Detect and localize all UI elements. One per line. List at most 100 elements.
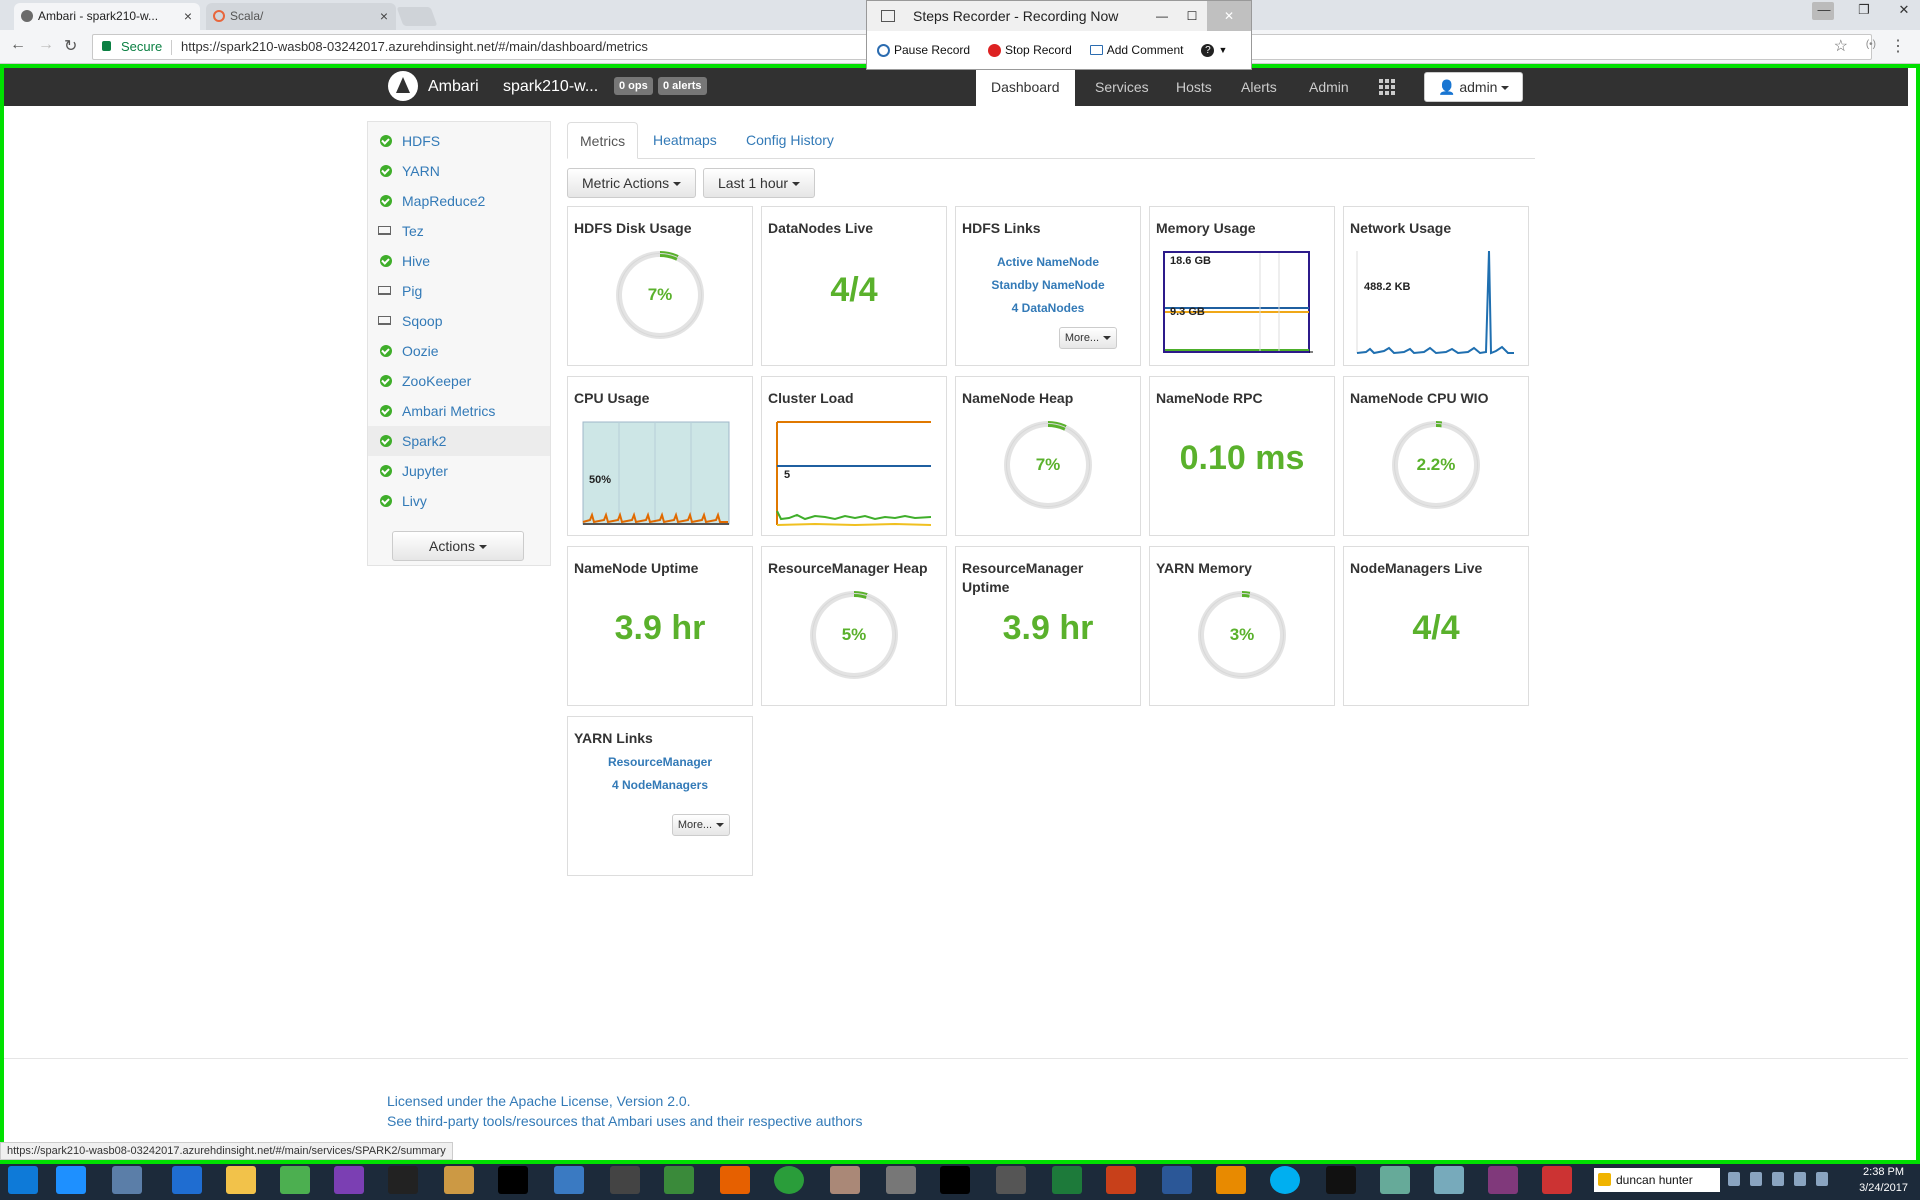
browser-tab-ambari[interactable]: Ambari - spark210-w... × [14,3,200,30]
sidebar-item-yarn[interactable]: YARN [368,156,550,186]
nav-services[interactable]: Services [1080,68,1164,106]
minimize-icon[interactable]: — [1147,1,1177,31]
widget-datanodes-live[interactable]: DataNodes Live 4/4 [761,206,947,366]
sidebar-item-oozie[interactable]: Oozie [368,336,550,366]
app-icon[interactable] [886,1166,916,1194]
forward-icon[interactable]: → [38,36,54,54]
sidebar-item-spark2[interactable]: Spark2 [368,426,550,456]
sidebar-item-sqoop[interactable]: Sqoop [368,306,550,336]
sidebar-item-jupyter[interactable]: Jupyter [368,456,550,486]
ambari-logo-icon[interactable] [388,71,418,101]
user-menu-button[interactable]: 👤 admin [1424,72,1524,102]
sidebar-item-hive[interactable]: Hive [368,246,550,276]
alerts-badge[interactable]: 0 alerts [658,77,707,95]
file-explorer-icon[interactable] [226,1166,256,1194]
time-range-button[interactable]: Last 1 hour [703,168,816,198]
volume-icon[interactable] [1816,1172,1828,1186]
tray-icon[interactable] [1728,1172,1740,1186]
widget-yarn-memory[interactable]: YARN Memory 3% [1149,546,1335,706]
widget-resourcemanager-uptime[interactable]: ResourceManager Uptime 3.9 hr [955,546,1141,706]
stop-record-button[interactable]: Stop Record [988,43,1072,57]
word-icon[interactable] [1162,1166,1192,1194]
taskbar-clock[interactable]: 2:38 PM 3/24/2017 [1859,1164,1908,1196]
app-icon[interactable] [774,1166,804,1194]
close-window-icon[interactable]: ✕ [1207,1,1251,31]
tray-icon[interactable] [1794,1172,1806,1186]
app-icon[interactable] [610,1166,640,1194]
skype-icon[interactable] [1270,1166,1300,1194]
back-icon[interactable]: ← [10,36,26,54]
extension-icon[interactable]: (•) [1866,39,1876,50]
nav-alerts[interactable]: Alerts [1226,68,1292,106]
app-icon[interactable] [444,1166,474,1194]
reload-icon[interactable]: ↻ [64,36,77,56]
ops-badge[interactable]: 0 ops [614,77,653,95]
widget-namenode-uptime[interactable]: NameNode Uptime 3.9 hr [567,546,753,706]
firefox-icon[interactable] [720,1166,750,1194]
widget-nodemanagers-live[interactable]: NodeManagers Live 4/4 [1343,546,1529,706]
widget-memory-usage[interactable]: Memory Usage 18.6 GB 9.3 GB [1149,206,1335,366]
sublime-icon[interactable] [1216,1166,1246,1194]
restore-icon[interactable]: ❐ [1856,2,1872,18]
link-datanodes[interactable]: 4 DataNodes [956,297,1140,320]
steps-recorder-icon[interactable] [1542,1166,1572,1194]
sidebar-item-hdfs[interactable]: HDFS [368,126,550,156]
tab-metrics[interactable]: Metrics [567,122,639,159]
sidebar-item-zookeeper[interactable]: ZooKeeper [368,366,550,396]
terminal-icon[interactable] [940,1166,970,1194]
link-resourcemanager[interactable]: ResourceManager [568,751,752,774]
tray-icon[interactable] [1772,1172,1784,1186]
widget-network-usage[interactable]: Network Usage 488.2 KB [1343,206,1529,366]
link-nodemanagers[interactable]: 4 NodeManagers [568,774,752,797]
tab-config-history[interactable]: Config History [734,122,846,159]
widget-namenode-heap[interactable]: NameNode Heap 7% [955,376,1141,536]
powerpoint-icon[interactable] [1106,1166,1136,1194]
cluster-name[interactable]: spark210-w... [503,68,598,106]
third-party-link[interactable]: See third-party tools/resources that Amb… [387,1111,862,1131]
chrome-icon[interactable] [280,1166,310,1194]
widget-cluster-load[interactable]: Cluster Load 5 [761,376,947,536]
sidebar-item-mapreduce2[interactable]: MapReduce2 [368,186,550,216]
taskbar-search[interactable]: duncan hunter [1594,1168,1720,1192]
app-icon[interactable] [664,1166,694,1194]
onenote-icon[interactable] [1488,1166,1518,1194]
link-standby-namenode[interactable]: Standby NameNode [956,274,1140,297]
terminal-icon[interactable] [498,1166,528,1194]
new-tab-button[interactable] [396,7,438,26]
widget-namenode-rpc[interactable]: NameNode RPC 0.10 ms [1149,376,1335,536]
excel-icon[interactable] [1052,1166,1082,1194]
more-button[interactable]: More... [672,814,730,836]
sidebar-item-tez[interactable]: Tez [368,216,550,246]
metric-actions-button[interactable]: Metric Actions [567,168,697,198]
more-button[interactable]: More... [1059,327,1117,349]
intellij-icon[interactable] [388,1166,418,1194]
bookmark-star-icon[interactable]: ☆ [1834,36,1848,56]
add-comment-button[interactable]: Add Comment [1089,43,1183,57]
widget-hdfs-disk-usage[interactable]: HDFS Disk Usage 7% [567,206,753,366]
close-window-icon[interactable]: ✕ [1896,2,1912,18]
widget-namenode-cpu-wio[interactable]: NameNode CPU WIO 2.2% [1343,376,1529,536]
app-icon[interactable] [1380,1166,1410,1194]
views-grid-icon[interactable] [1379,79,1395,95]
visual-studio-icon[interactable] [334,1166,364,1194]
app-icon[interactable] [112,1166,142,1194]
browser-tab-scala[interactable]: Scala/ × [206,3,396,30]
close-tab-icon[interactable]: × [184,3,192,29]
sidebar-item-livy[interactable]: Livy [368,486,550,516]
ambari-brand[interactable]: Ambari [428,68,479,106]
nav-dashboard[interactable]: Dashboard [976,68,1075,106]
app-icon[interactable] [830,1166,860,1194]
tray-icon[interactable] [1750,1172,1762,1186]
nav-hosts[interactable]: Hosts [1161,68,1227,106]
actions-button[interactable]: Actions [392,531,524,561]
close-tab-icon[interactable]: × [380,3,388,29]
browser-menu-icon[interactable]: ⋮ [1890,36,1906,56]
widget-cpu-usage[interactable]: CPU Usage 50% [567,376,753,536]
license-link[interactable]: Licensed under the Apache License, Versi… [387,1091,862,1111]
maximize-icon[interactable]: ☐ [1177,1,1207,31]
sidebar-item-ambari-metrics[interactable]: Ambari Metrics [368,396,550,426]
ie-icon[interactable] [56,1166,86,1194]
start-button-icon[interactable] [8,1166,38,1194]
minimize-icon[interactable]: — [1816,2,1832,18]
help-button[interactable]: ? ▼ [1201,43,1227,57]
